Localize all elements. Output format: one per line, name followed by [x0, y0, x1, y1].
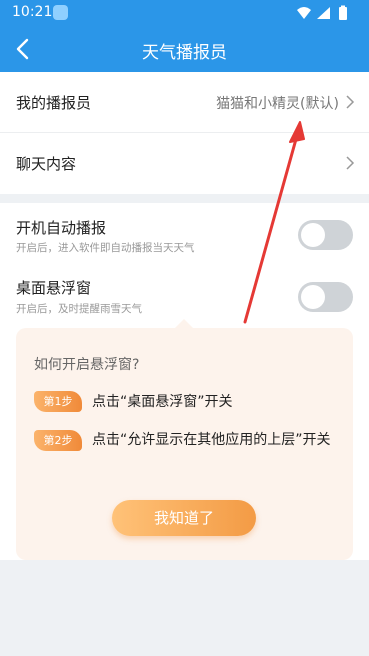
notification-app-icon — [53, 5, 68, 20]
chat-content-label: 聊天内容 — [16, 155, 77, 173]
floating-window-guide-popup: 如何开启悬浮窗? 第1步 点击“桌面悬浮窗”开关 第2步 点击“允许显示在其他应… — [16, 319, 353, 560]
signal-icon — [317, 7, 330, 19]
my-announcer-value: 猫猫和小精灵(默认) — [216, 96, 339, 112]
floating-window-toggle[interactable] — [298, 282, 353, 312]
popup-title: 如何开启悬浮窗? — [34, 357, 140, 373]
battery-icon — [339, 7, 347, 20]
page-title: 天气播报员 — [142, 43, 227, 63]
system-status-icons — [297, 5, 347, 20]
auto-broadcast-toggle[interactable] — [298, 220, 353, 250]
floating-window-desc: 开启后，及时提醒雨雪天气 — [16, 303, 142, 315]
my-announcer-row[interactable]: 我的播报员 猫猫和小精灵(默认) — [0, 72, 369, 132]
toggle-knob — [301, 285, 325, 309]
step-2-text: 点击“允许显示在其他应用的上层”开关 — [92, 432, 331, 448]
floating-window-row: 桌面悬浮窗 开启后，及时提醒雨雪天气 — [0, 263, 369, 323]
auto-broadcast-row: 开机自动播报 开启后，进入软件即自动播报当天天气 — [0, 203, 369, 263]
step-1-text: 点击“桌面悬浮窗”开关 — [92, 394, 233, 410]
chevron-right-icon — [346, 95, 355, 109]
my-announcer-label: 我的播报员 — [16, 94, 92, 112]
chevron-right-icon — [346, 156, 355, 170]
step-1-badge: 第1步 — [34, 391, 82, 412]
toggle-knob — [301, 223, 325, 247]
title-bar: 天气播报员 — [0, 26, 369, 72]
floating-window-label: 桌面悬浮窗 — [16, 279, 92, 297]
got-it-button[interactable]: 我知道了 — [112, 500, 256, 536]
status-time: 10:21 — [12, 4, 53, 20]
wifi-icon — [297, 7, 311, 19]
popup-pointer — [175, 319, 193, 328]
auto-broadcast-desc: 开启后，进入软件即自动播报当天天气 — [16, 242, 195, 254]
step-2-badge: 第2步 — [34, 430, 82, 451]
chat-content-row[interactable]: 聊天内容 — [0, 133, 369, 194]
status-bar: 10:21 — [0, 0, 369, 26]
auto-broadcast-label: 开机自动播报 — [16, 219, 107, 237]
announcer-settings-card: 我的播报员 猫猫和小精灵(默认) 聊天内容 — [0, 72, 369, 194]
